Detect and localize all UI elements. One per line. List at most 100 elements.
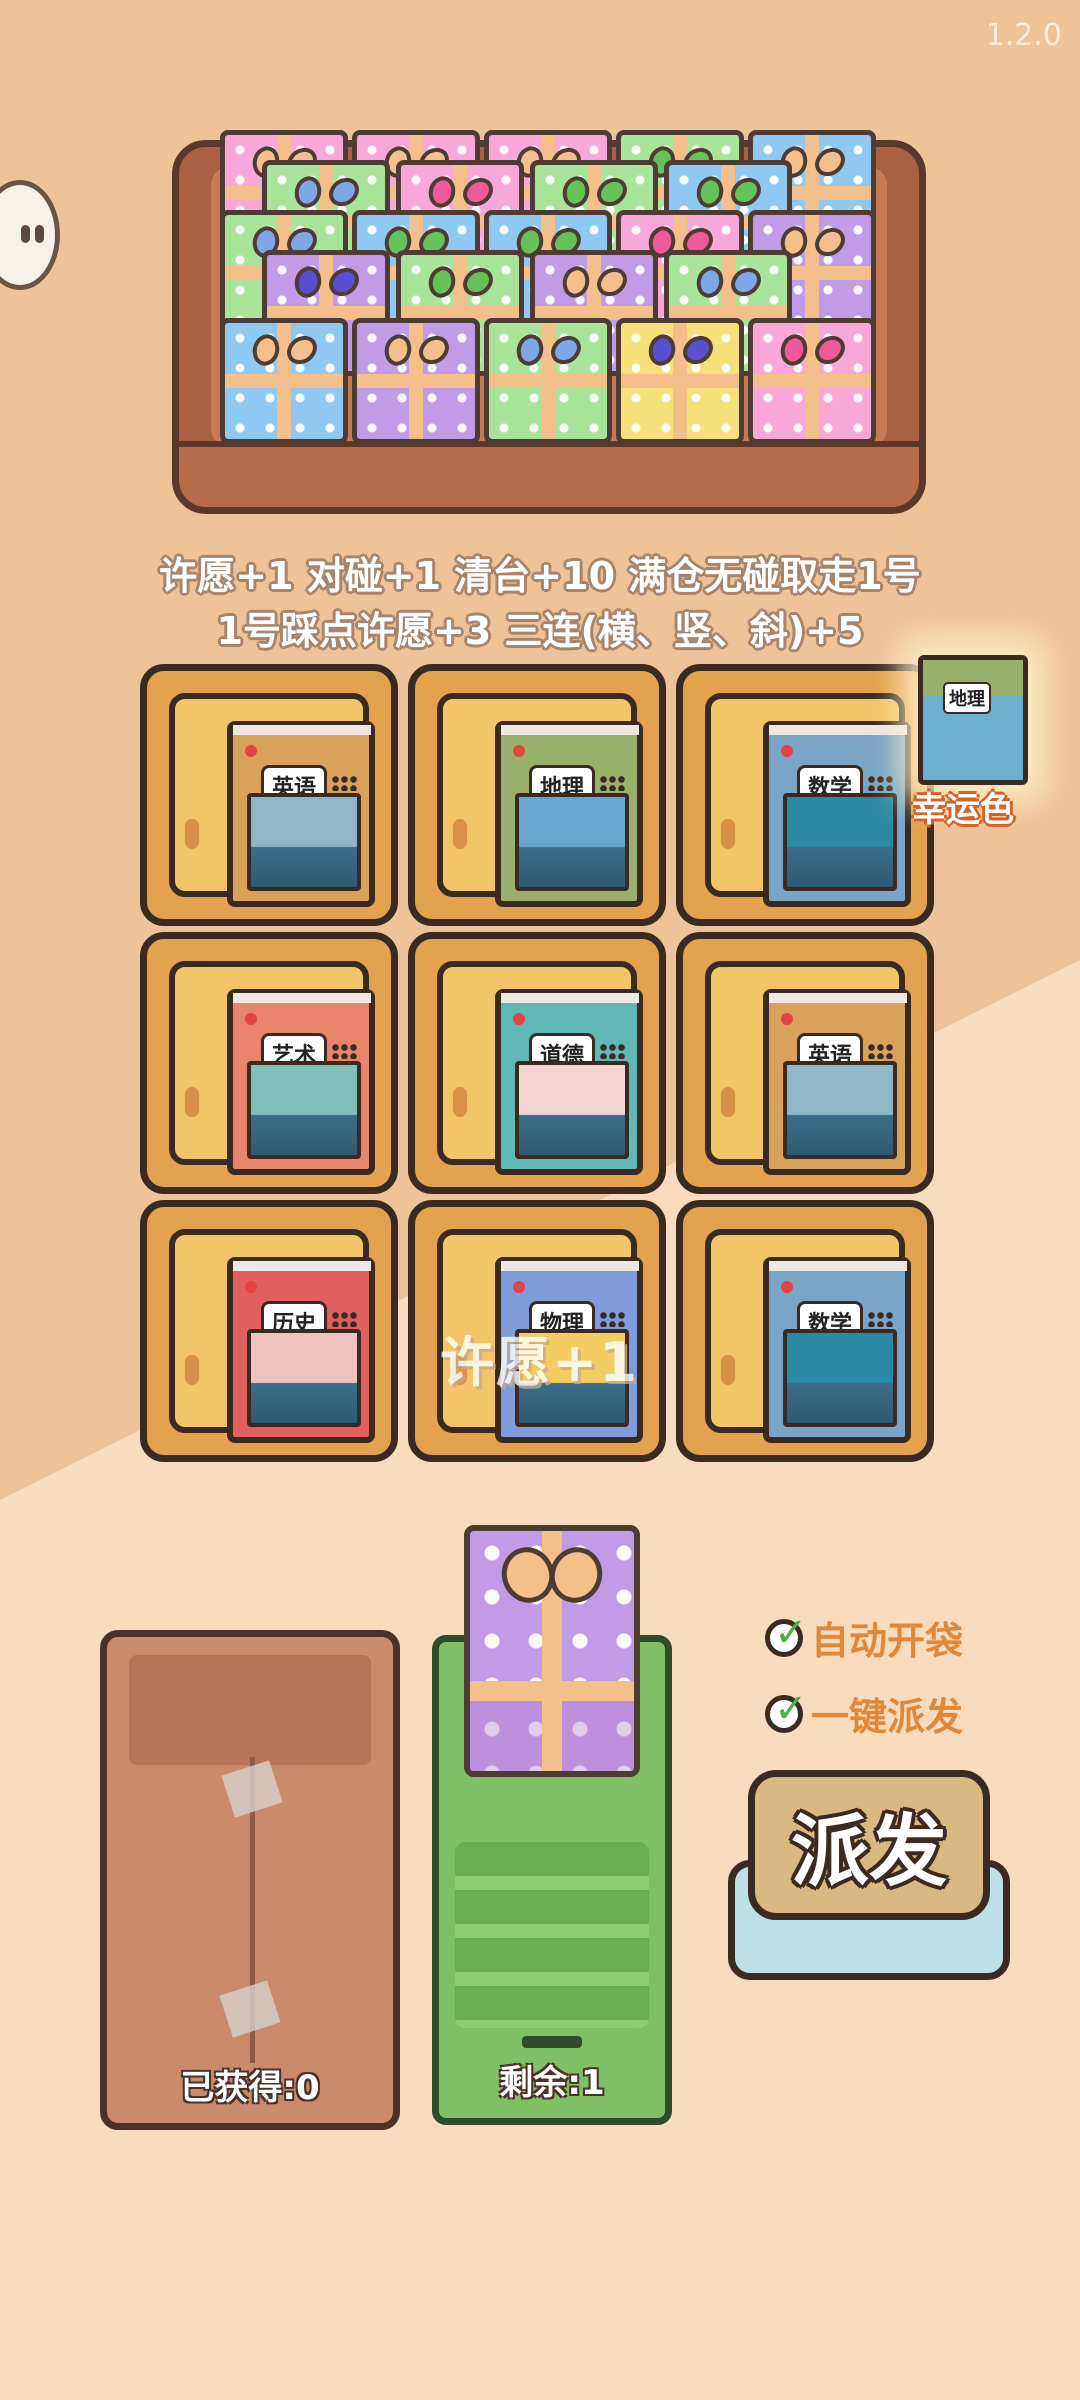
book-cover-picture — [783, 1329, 897, 1427]
tape-icon — [221, 1760, 283, 1818]
book-pages — [501, 725, 639, 735]
grid-cell[interactable]: 数学 — [676, 664, 934, 926]
bow-icon — [298, 177, 354, 211]
subject-book[interactable]: 道德 — [495, 989, 643, 1175]
book-cover-picture — [247, 1329, 361, 1427]
bow-icon — [784, 147, 840, 181]
lucky-color-label: 幸运色 — [912, 790, 1014, 830]
grid-cell[interactable]: 艺术 — [140, 932, 398, 1194]
dots-icon — [867, 1311, 893, 1327]
cell-frame: 数学 — [705, 1229, 911, 1443]
cell-frame: 道德 — [437, 961, 643, 1175]
pin-icon — [245, 1013, 257, 1025]
bow-icon — [652, 335, 708, 369]
bag-flap — [129, 1655, 371, 1765]
dispatch-button[interactable]: 派发 — [728, 1770, 1010, 1980]
wish-plus-one-popup: 许愿+1 — [440, 1331, 639, 1394]
cell-frame: 数学 — [705, 693, 911, 907]
book-pages — [501, 1261, 639, 1271]
bow-icon — [784, 227, 840, 261]
subject-book[interactable]: 地理 — [495, 721, 643, 907]
gift-ribbon — [621, 374, 739, 388]
bag-slot — [522, 2036, 582, 2048]
tray-lip — [179, 441, 919, 507]
gift-box — [220, 318, 348, 444]
gift-ribbon — [357, 374, 475, 388]
lucky-color-book: 地理 — [918, 655, 1028, 785]
bow-icon — [566, 267, 622, 301]
grid-cell[interactable]: 道德 — [408, 932, 666, 1194]
subject-book[interactable]: 数学 — [763, 1257, 911, 1443]
subject-book[interactable]: 英语 — [763, 989, 911, 1175]
frame-decoration — [453, 819, 467, 849]
checkbox-checked-icon[interactable] — [765, 1686, 808, 1733]
dots-icon — [331, 1311, 357, 1327]
dispatch-button-label: 派发 — [790, 1807, 947, 1897]
pin-icon — [245, 1281, 257, 1293]
bow-icon — [700, 267, 756, 301]
bow-icon — [784, 335, 840, 369]
bow-icon — [432, 177, 488, 211]
bow-icon — [700, 177, 756, 211]
current-gift-box[interactable] — [464, 1525, 640, 1777]
pin-icon — [513, 745, 525, 757]
dots-icon — [599, 1043, 625, 1059]
checkbox-checked-icon[interactable] — [765, 1610, 808, 1657]
pin-icon — [781, 1281, 793, 1293]
bow-icon — [566, 177, 622, 211]
frame-decoration — [453, 1087, 467, 1117]
obtained-bag[interactable]: 已获得:0 — [100, 1630, 400, 2130]
pin-icon — [513, 1281, 525, 1293]
subject-book[interactable]: 数学 — [763, 721, 911, 907]
frame-decoration — [721, 819, 735, 849]
frame-decoration — [721, 1087, 735, 1117]
rules-line-1: 许愿+1 对碰+1 清台+10 满仓无碰取走1号 — [159, 554, 921, 598]
book-cover-picture — [783, 793, 897, 891]
book-pages — [769, 993, 907, 1003]
grid-cell[interactable]: 地理 — [408, 664, 666, 926]
subject-book[interactable]: 艺术 — [227, 989, 375, 1175]
grid-cell[interactable]: 数学 — [676, 1200, 934, 1462]
book-pages — [769, 725, 907, 735]
grid-cell[interactable]: 英语 — [676, 932, 934, 1194]
book-pages — [769, 1261, 907, 1271]
subject-book[interactable]: 历史 — [227, 1257, 375, 1443]
grid-cell[interactable]: 英语 — [140, 664, 398, 926]
book-cover-picture — [515, 793, 629, 891]
one-key-dispatch-label: 一键派发 — [811, 1695, 964, 1739]
bow-icon — [493, 1539, 611, 1611]
subject-book[interactable]: 英语 — [227, 721, 375, 907]
cell-frame: 历史 — [169, 1229, 375, 1443]
gift-ribbon-horizontal — [470, 1681, 634, 1701]
book-pages — [233, 725, 371, 735]
book-cover-picture — [783, 1061, 897, 1159]
gift-box — [352, 318, 480, 444]
pin-icon — [781, 745, 793, 757]
auto-open-toggle[interactable]: 自动开袋 — [765, 1610, 963, 1665]
frame-decoration — [185, 819, 199, 849]
rules-line-2: 1号踩点许愿+3 三连(横、竖、斜)+5 — [216, 609, 864, 653]
gift-box — [748, 318, 876, 444]
obtained-count: 已获得:0 — [180, 2068, 320, 2108]
book-cover-picture — [247, 1061, 361, 1159]
gift-ribbon — [489, 374, 607, 388]
dots-icon — [867, 775, 893, 791]
gift-box — [616, 318, 744, 444]
bow-icon — [432, 267, 488, 301]
pin-icon — [781, 1013, 793, 1025]
gift-ribbon — [753, 374, 871, 388]
book-cover-picture — [515, 1061, 629, 1159]
bow-icon — [298, 267, 354, 301]
lucky-book-subject: 地理 — [943, 682, 991, 714]
cell-frame: 艺术 — [169, 961, 375, 1175]
one-key-dispatch-toggle[interactable]: 一键派发 — [765, 1686, 963, 1741]
dots-icon — [599, 775, 625, 791]
tape-icon — [219, 1980, 281, 2038]
version-label: 1.2.0 — [985, 18, 1062, 53]
grid-cell[interactable]: 历史 — [140, 1200, 398, 1462]
frame-decoration — [185, 1355, 199, 1385]
book-pages — [501, 993, 639, 1003]
dispatch-button-top[interactable]: 派发 — [748, 1770, 990, 1920]
book-pages — [233, 1261, 371, 1271]
frame-decoration — [185, 1087, 199, 1117]
